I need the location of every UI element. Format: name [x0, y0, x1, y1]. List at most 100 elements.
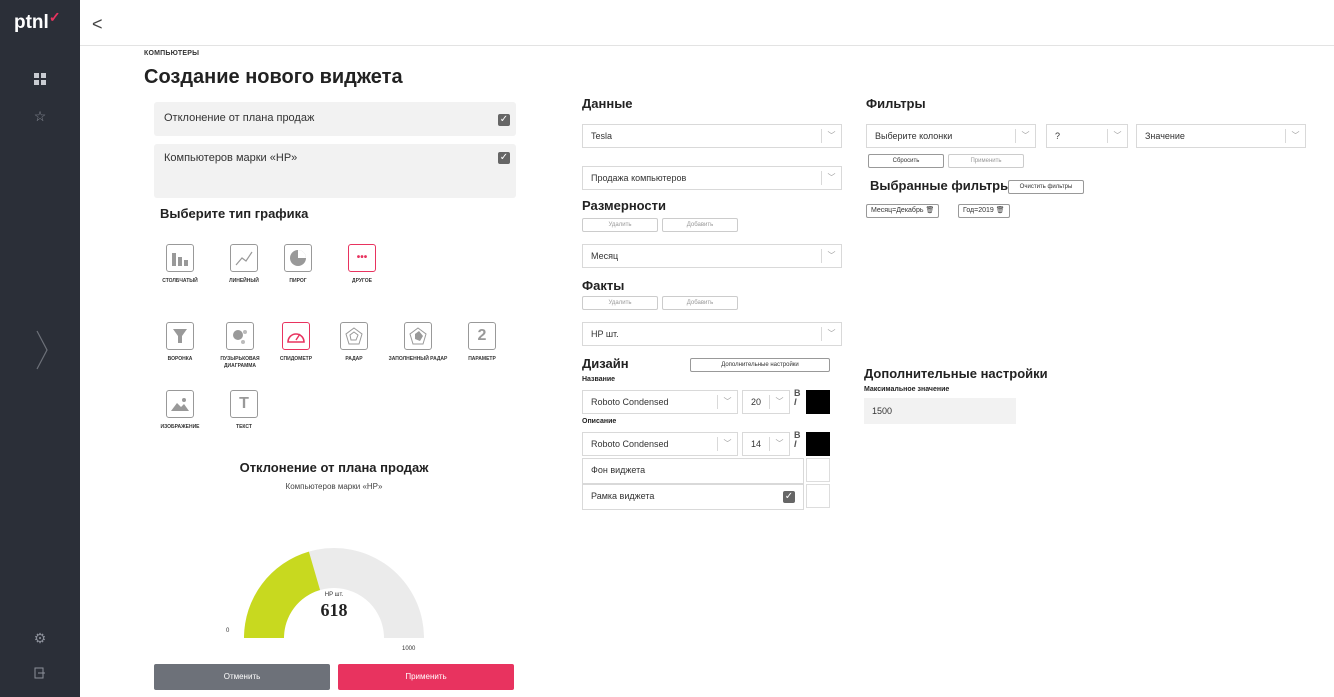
facts-delete-button[interactable]: Удалить: [582, 296, 658, 310]
chart-type-funnel[interactable]: ВОРОНКА: [150, 322, 210, 363]
chevron-down-icon: ﹀: [1107, 129, 1127, 143]
filter-value-select[interactable]: Значение ﹀: [1136, 124, 1306, 148]
chart-type-label: СПИДОМЕТР: [279, 356, 313, 362]
logout-icon[interactable]: [30, 664, 50, 684]
fact-value: HP шт.: [591, 329, 619, 339]
chart-type-label: СТОЛБЧАТЫЙ: [162, 278, 198, 284]
chevron-down-icon: ﹀: [1015, 129, 1035, 143]
parameter-icon: 2: [468, 322, 496, 350]
name-font-select[interactable]: Roboto Condensed ﹀: [582, 390, 738, 414]
data-heading: Данные: [582, 96, 633, 111]
filled-radar-icon: [404, 322, 432, 350]
pie-chart-icon: [284, 244, 312, 272]
chevron-down-icon: ﹀: [821, 129, 841, 143]
funnel-icon: [166, 322, 194, 350]
filter-reset-button[interactable]: Сбросить: [868, 154, 944, 168]
facts-heading: Факты: [582, 278, 625, 293]
widget-title-value: Отклонение от плана продаж: [164, 112, 315, 124]
trash-icon[interactable]: 🗑: [996, 207, 1005, 214]
chart-type-filled-radar[interactable]: ЗАПОЛНЕННЫЙ РАДАР: [388, 322, 448, 363]
chart-type-label: ЛИНЕЙНЫЙ: [229, 278, 259, 284]
filter-chip[interactable]: Год=2019 🗑: [958, 204, 1010, 218]
name-color-swatch[interactable]: [806, 390, 830, 414]
filters-heading: Фильтры: [866, 96, 926, 111]
widget-background-field[interactable]: Фон виджета: [582, 458, 804, 484]
cancel-button[interactable]: Отменить: [154, 664, 330, 690]
back-button[interactable]: <: [92, 14, 103, 35]
widget-frame-field[interactable]: Рамка виджета ✓: [582, 484, 804, 510]
chevron-right-icon[interactable]: [36, 330, 48, 370]
desc-size-value: 14: [751, 439, 762, 449]
widget-title-field[interactable]: Отклонение от плана продаж ✓: [154, 102, 516, 136]
chart-type-radar[interactable]: РАДАР: [324, 322, 384, 363]
chart-type-bubble[interactable]: ПУЗЫРЬКОВАЯ ДИАГРАММА: [210, 322, 270, 370]
filter-chip[interactable]: Месяц=Декабрь 🗑: [866, 204, 940, 218]
more-icon: •••: [348, 244, 376, 272]
chart-type-label: РАДАР: [345, 356, 363, 362]
chevron-down-icon: ﹀: [821, 171, 841, 185]
filter-operator-value: ?: [1055, 131, 1061, 141]
speedometer-gauge: HP шт. 618 0 1000: [226, 548, 424, 650]
widget-description-value: Компьютеров марки «HP»: [164, 152, 298, 164]
data-source-select[interactable]: Tesla ﹀: [582, 124, 842, 148]
chevron-down-icon: ﹀: [821, 249, 841, 263]
logo[interactable]: ptnl✓: [14, 9, 61, 34]
frame-color-swatch[interactable]: [806, 484, 830, 508]
chart-type-text[interactable]: T ТЕКСТ: [214, 390, 274, 431]
frame-checkbox[interactable]: ✓: [783, 491, 795, 503]
filter-operator-select[interactable]: ? ﹀: [1046, 124, 1128, 148]
fact-select[interactable]: HP шт. ﹀: [582, 322, 842, 346]
chart-type-label: ТЕКСТ: [236, 424, 252, 430]
max-value-label: Максимальное значение: [864, 386, 950, 393]
dimensions-heading: Размерности: [582, 198, 667, 213]
dashboard-icon[interactable]: [30, 70, 50, 90]
widget-frame-label: Рамка виджета: [591, 491, 655, 501]
dimensions-delete-button[interactable]: Удалить: [582, 218, 658, 232]
chart-type-speedometer[interactable]: СПИДОМЕТР: [266, 322, 326, 363]
desc-font-select[interactable]: Roboto Condensed ﹀: [582, 432, 738, 456]
italic-toggle[interactable]: BI: [794, 431, 801, 449]
chart-type-parameter[interactable]: 2 ПАРАМЕТР: [452, 322, 512, 363]
trash-icon[interactable]: 🗑: [925, 207, 934, 214]
dimension-select[interactable]: Месяц ﹀: [582, 244, 842, 268]
desc-color-swatch[interactable]: [806, 432, 830, 456]
bold-toggle[interactable]: BI: [794, 389, 801, 407]
bar-chart-icon: [166, 244, 194, 272]
name-font-value: Roboto Condensed: [591, 397, 669, 407]
description-checkbox[interactable]: ✓: [498, 152, 510, 164]
dataset-value: Продажа компьютеров: [591, 173, 687, 183]
title-checkbox[interactable]: ✓: [498, 114, 510, 126]
desc-font-value: Roboto Condensed: [591, 439, 669, 449]
chart-type-label: ИЗОБРАЖЕНИЕ: [160, 424, 200, 430]
chart-type-label: ПАРАМЕТР: [468, 356, 496, 362]
chart-type-other[interactable]: ••• ДРУГОЕ: [332, 244, 392, 285]
name-size-select[interactable]: 20 ﹀: [742, 390, 790, 414]
star-icon[interactable]: ☆: [30, 106, 50, 126]
chart-type-line[interactable]: ЛИНЕЙНЫЙ: [214, 244, 274, 285]
settings-icon[interactable]: ⚙: [30, 628, 50, 648]
max-value-input[interactable]: 1500: [864, 398, 1016, 424]
facts-add-button[interactable]: Добавить: [662, 296, 738, 310]
desc-size-select[interactable]: 14 ﹀: [742, 432, 790, 456]
chart-type-pie[interactable]: ПИРОГ: [268, 244, 328, 285]
filter-column-select[interactable]: Выберите колонки ﹀: [866, 124, 1036, 148]
chart-type-label: ДРУГОЕ: [352, 278, 372, 284]
chart-type-label: ПУЗЫРЬКОВАЯ ДИАГРАММА: [220, 356, 260, 369]
chart-type-image[interactable]: ИЗОБРАЖЕНИЕ: [150, 390, 210, 431]
dataset-select[interactable]: Продажа компьютеров ﹀: [582, 166, 842, 190]
chevron-down-icon: ﹀: [717, 395, 737, 409]
clear-filters-button[interactable]: Очистить фильтры: [1008, 180, 1084, 194]
background-color-swatch[interactable]: [806, 458, 830, 482]
filter-apply-button[interactable]: Применить: [948, 154, 1024, 168]
dimensions-add-button[interactable]: Добавить: [662, 218, 738, 232]
chart-type-bar[interactable]: СТОЛБЧАТЫЙ: [150, 244, 210, 285]
extra-settings-button[interactable]: Дополнительные настройки: [690, 358, 830, 372]
data-source-value: Tesla: [591, 131, 613, 141]
chevron-down-icon: ﹀: [769, 395, 789, 409]
chevron-down-icon: ﹀: [769, 437, 789, 451]
widget-description-field[interactable]: Компьютеров марки «HP» ✓: [154, 144, 516, 198]
apply-button[interactable]: Применить: [338, 664, 514, 690]
line-chart-icon: [230, 244, 258, 272]
chart-type-heading: Выберите тип графика: [160, 206, 309, 221]
bubble-chart-icon: [226, 322, 254, 350]
